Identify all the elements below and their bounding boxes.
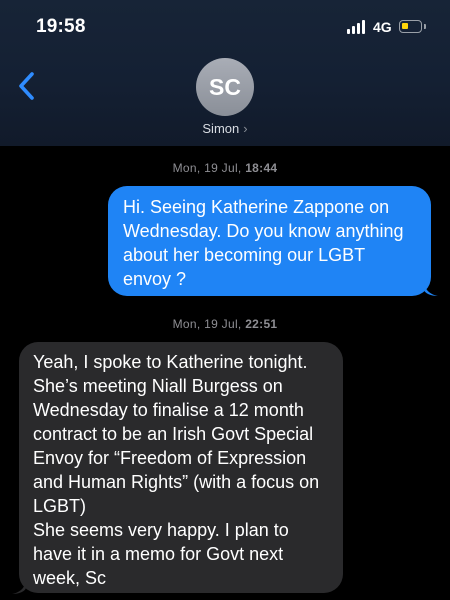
timestamp-day: Mon, 19 Jul,: [172, 161, 242, 175]
chevron-right-icon: ›: [243, 121, 248, 136]
sent-message-bubble[interactable]: Hi. Seeing Katherine Zappone on Wednesda…: [108, 186, 431, 296]
received-bubble-tail: [12, 578, 26, 594]
conversation-header: 19:58 4G SC Simon ›: [0, 0, 450, 146]
sent-bubble-tail: [424, 280, 438, 296]
network-type: 4G: [373, 19, 392, 35]
back-chevron-icon[interactable]: [16, 70, 38, 102]
message-timestamp: Mon, 19 Jul, 18:44: [0, 161, 450, 175]
status-time: 19:58: [36, 16, 86, 37]
cellular-signal-icon: [347, 20, 367, 34]
battery-icon: [399, 20, 422, 33]
contact-name: Simon: [202, 121, 240, 136]
message-timestamp: Mon, 19 Jul, 22:51: [0, 317, 450, 331]
timestamp-day: Mon, 19 Jul,: [172, 317, 242, 331]
messages-screen: 19:58 4G SC Simon › Mon, 19 Jul, 18:44 Hi…: [0, 0, 450, 600]
contact-name-button[interactable]: Simon ›: [0, 121, 450, 136]
timestamp-time: 22:51: [245, 317, 278, 331]
battery-tip: [424, 24, 426, 29]
battery-level: [402, 23, 408, 29]
contact-avatar[interactable]: SC: [196, 58, 254, 116]
received-message-bubble[interactable]: Yeah, I spoke to Katherine tonight. She’…: [19, 342, 343, 593]
timestamp-time: 18:44: [245, 161, 278, 175]
